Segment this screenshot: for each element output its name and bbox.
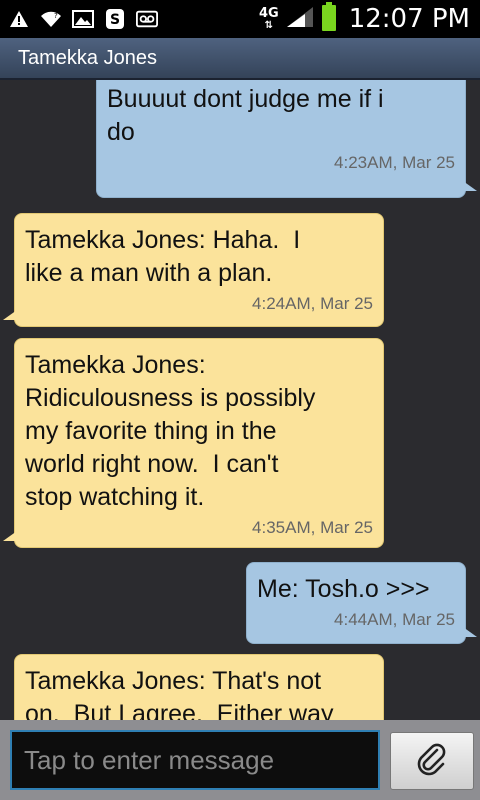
- message-bubble-outgoing[interactable]: Buuuut dont judge me if i do 4:23AM, Mar…: [96, 80, 477, 198]
- compose-bar: [0, 720, 480, 800]
- evernote-icon: S: [104, 8, 126, 30]
- bubble-tail: [463, 627, 477, 637]
- network-type: 4G ⇅: [258, 5, 279, 31]
- message-bubble-incoming[interactable]: Tamekka Jones: That's not on. But I agre…: [14, 654, 384, 720]
- battery-icon: [321, 2, 337, 36]
- wifi-icon: ?: [40, 8, 62, 30]
- conversation-header: Tamekka Jones: [0, 38, 480, 80]
- message-timestamp: 4:35AM, Mar 25: [252, 518, 373, 537]
- network-type-label: 4G: [258, 5, 279, 21]
- bubble-tail: [463, 181, 477, 191]
- message-timestamp: 4:44AM, Mar 25: [334, 610, 455, 629]
- status-bar: ? S 4G ⇅ 12:07 PM: [0, 0, 480, 38]
- message-text: Tamekka Jones: Haha. I like a man with a…: [25, 226, 301, 287]
- warning-icon: [8, 8, 30, 30]
- message-text: Me: Tosh.o >>>: [257, 575, 430, 603]
- message-thread[interactable]: Buuuut dont judge me if i do 4:23AM, Mar…: [0, 80, 480, 720]
- bubble-tail: [3, 310, 17, 320]
- notification-icons: ? S: [8, 4, 158, 34]
- svg-text:?: ?: [54, 12, 58, 20]
- paperclip-icon: [415, 742, 449, 780]
- message-timestamp: 4:23AM, Mar 25: [334, 153, 455, 172]
- message-text: Tamekka Jones: That's not on. But I agre…: [25, 667, 334, 720]
- message-bubble-incoming[interactable]: Tamekka Jones: Haha. I like a man with a…: [3, 213, 384, 327]
- message-timestamp: 4:24AM, Mar 25: [252, 294, 373, 313]
- message-bubble-outgoing[interactable]: Me: Tosh.o >>> 4:44AM, Mar 25: [246, 562, 477, 644]
- svg-text:S: S: [110, 12, 120, 28]
- contact-name: Tamekka Jones: [18, 47, 157, 69]
- message-text: Buuuut dont judge me if i do: [107, 85, 384, 146]
- system-status: 4G ⇅ 12:07 PM: [259, 0, 470, 38]
- message-text: Tamekka Jones: Ridiculousness is possibl…: [25, 351, 316, 511]
- message-bubble-incoming[interactable]: Tamekka Jones: Ridiculousness is possibl…: [3, 338, 384, 548]
- picture-icon: [72, 8, 94, 30]
- bubble-tail: [3, 531, 17, 541]
- voicemail-icon: [136, 8, 158, 30]
- attach-button[interactable]: [390, 732, 474, 790]
- clock: 12:07 PM: [348, 4, 470, 34]
- message-input[interactable]: [10, 730, 380, 790]
- signal-icon: [285, 5, 315, 33]
